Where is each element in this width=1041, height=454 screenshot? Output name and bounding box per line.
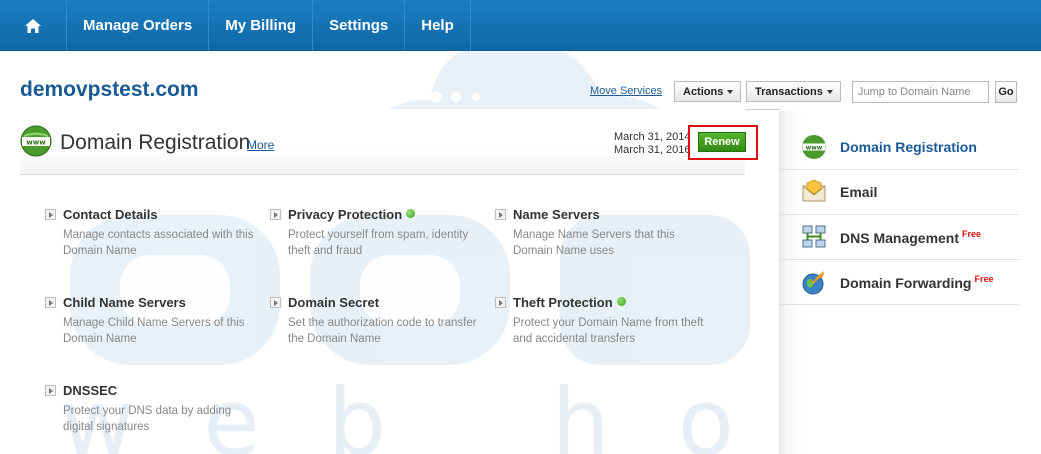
renew-highlight: Renew (688, 125, 758, 160)
expand-arrow-icon (270, 297, 281, 308)
sidebar-item-label: Domain Registration (840, 139, 977, 155)
registration-date: March 31, 2014 (614, 131, 690, 143)
sidebar-item-label-wrap: Domain Forwarding Free (840, 274, 993, 291)
feature-title-wrap[interactable]: Theft Protection (513, 295, 626, 310)
sidebar-item-label-wrap: DNS Management Free (840, 229, 981, 246)
registration-dates: March 31, 2014 March 31, 2016 (614, 131, 690, 157)
forward-globe-icon (802, 271, 824, 295)
feature-title: Privacy Protection (288, 207, 403, 222)
sidebar-item-domain-forwarding[interactable]: Domain Forwarding Free (779, 260, 1019, 305)
envelope-icon (802, 179, 826, 202)
feature-title[interactable]: Contact Details (63, 207, 158, 222)
status-active-icon (616, 297, 626, 306)
nav-settings[interactable]: Settings (313, 0, 406, 51)
sidebar-item-domain-registration[interactable]: www Domain Registration (779, 125, 1019, 170)
sidebar-item-label: Email (840, 184, 878, 200)
feature-description: Protect yourself from spam, identity the… (288, 229, 469, 257)
feature-title[interactable]: Domain Secret (288, 295, 379, 310)
globe-icon: www (802, 135, 826, 159)
svg-text:www: www (26, 139, 46, 147)
expand-arrow-icon (45, 385, 56, 396)
feature-title-wrap[interactable]: Privacy Protection (288, 207, 416, 222)
jump-to-domain-input[interactable] (852, 81, 989, 103)
nav-help[interactable]: Help (405, 0, 471, 51)
home-icon (25, 18, 41, 33)
feature-description: Manage Name Servers that this Domain Nam… (513, 229, 675, 257)
globe-icon: www (20, 125, 52, 157)
caret-down-icon (727, 89, 734, 94)
registration-title: Domain Registration (60, 131, 251, 154)
feature-description: Protect your Domain Name from theft and … (513, 317, 704, 345)
sidebar-item-dns-management[interactable]: DNS Management Free (779, 215, 1019, 260)
svg-text:www: www (806, 145, 823, 152)
top-navigation: Manage Orders My Billing Settings Help (0, 0, 1041, 51)
domain-name-title: demovpstest.com (20, 78, 199, 101)
expand-arrow-icon (270, 209, 281, 220)
nav-my-billing[interactable]: My Billing (209, 0, 314, 51)
feature-title[interactable]: DNSSEC (63, 383, 117, 398)
more-link[interactable]: More (247, 138, 274, 152)
actions-label: Actions (683, 85, 724, 98)
expand-arrow-icon (45, 297, 56, 308)
nav-home-button[interactable] (0, 0, 67, 51)
renew-button[interactable]: Renew (698, 132, 746, 152)
nav-manage-orders[interactable]: Manage Orders (67, 0, 210, 51)
expand-arrow-icon (495, 297, 506, 308)
feature-description: Set the authorization code to transfer t… (288, 317, 477, 345)
domain-registration-header: www Domain Registration More March 31, 2… (20, 109, 758, 175)
sidebar-item-label: Domain Forwarding (840, 275, 972, 291)
feature-title[interactable]: Name Servers (513, 207, 600, 222)
sidebar-item-email[interactable]: Email (779, 170, 1019, 215)
caret-down-icon (826, 89, 833, 94)
feature-description: Manage contacts associated with this Dom… (63, 229, 254, 257)
actions-dropdown[interactable]: Actions (674, 81, 741, 102)
sidebar-item-label: DNS Management (840, 230, 960, 246)
expiry-date: March 31, 2016 (614, 144, 690, 156)
feature-description: Manage Child Name Servers of this Domain… (63, 317, 245, 345)
network-icon (802, 225, 826, 248)
status-active-icon (406, 209, 416, 218)
transactions-label: Transactions (755, 85, 823, 98)
move-services-link[interactable]: Move Services (590, 85, 662, 97)
transactions-dropdown[interactable]: Transactions (746, 81, 841, 102)
feature-title: Theft Protection (513, 295, 613, 310)
expand-arrow-icon (495, 209, 506, 220)
free-badge: Free (962, 229, 982, 239)
feature-title[interactable]: Child Name Servers (63, 295, 186, 310)
expand-arrow-icon (45, 209, 56, 220)
free-badge: Free (974, 274, 994, 284)
feature-description: Protect your DNS data by adding digital … (63, 405, 232, 433)
main-content: demovpstest.com Move Services Actions Tr… (0, 51, 1041, 454)
services-sidebar: www Domain Registration Email DNS Manage… (779, 111, 1041, 454)
go-button[interactable]: Go (995, 81, 1017, 103)
